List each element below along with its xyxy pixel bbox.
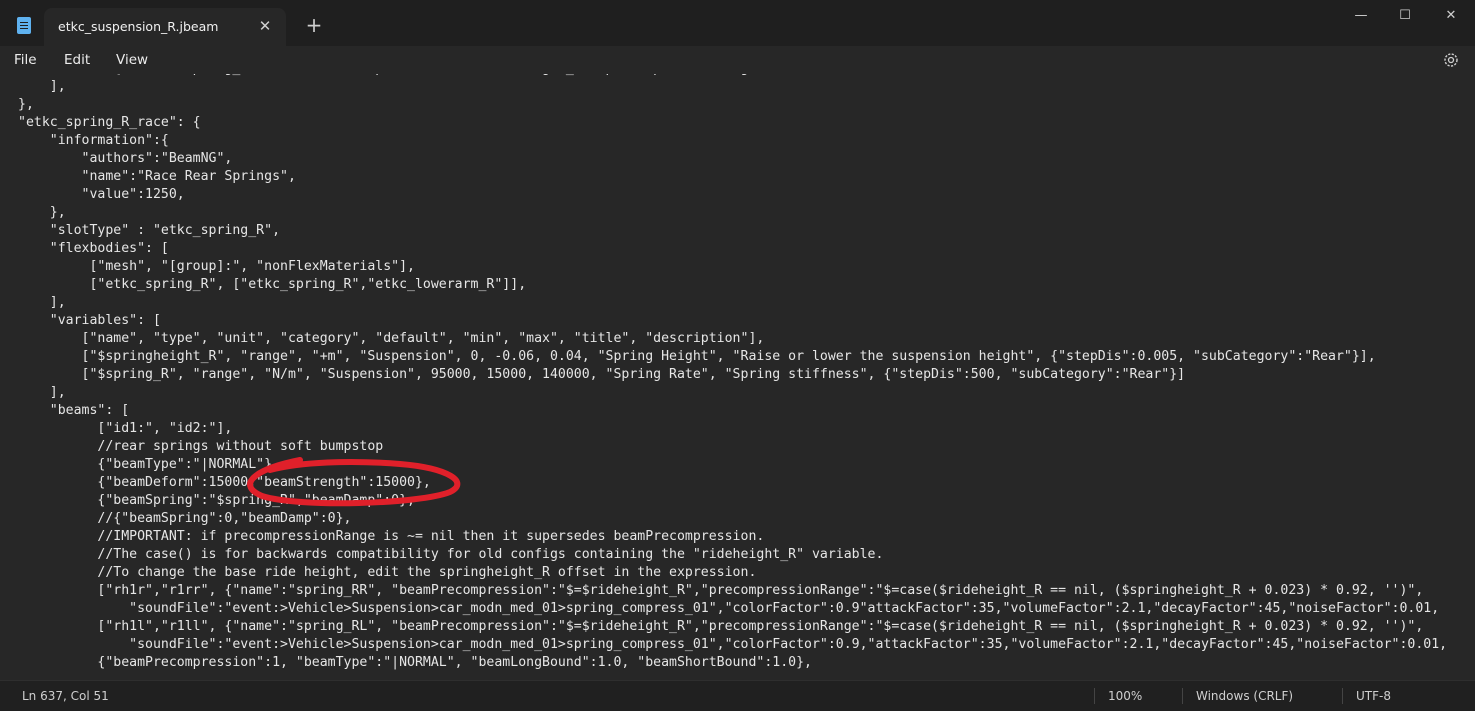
divider: [1182, 688, 1183, 704]
tab-title: etkc_suspension_R.jbeam: [58, 19, 219, 34]
code-line: ["rh1r","r1rr", {"name":"spring_RR", "be…: [18, 583, 1424, 598]
close-window-button[interactable]: ✕: [1428, 2, 1474, 30]
status-bar: Ln 637, Col 51 100% Windows (CRLF) UTF-8: [0, 680, 1475, 711]
tab-close-icon[interactable]: ✕: [254, 15, 276, 37]
minimize-button[interactable]: —: [1338, 2, 1384, 30]
code-line: ["mesh", "[group]:", "nonFlexMaterials"]…: [18, 259, 415, 274]
code-line: //IMPORTANT: if precompressionRange is ~…: [18, 529, 765, 544]
code-line: "slotType" : "etkc_spring_R",: [18, 223, 281, 238]
code-content: {"name":"spring_RL", "beamPrecompression…: [18, 60, 1447, 672]
code-line: ["name", "type", "unit", "category", "de…: [18, 331, 765, 346]
menu-view[interactable]: View: [116, 52, 148, 68]
code-line: "beams": [: [18, 403, 130, 418]
menu-bar: File Edit View: [0, 46, 1475, 74]
divider: [1342, 688, 1343, 704]
zoom-level[interactable]: 100%: [1108, 689, 1142, 703]
code-line: "soundFile":"event:>Vehicle>Suspension>c…: [18, 637, 1448, 652]
cursor-position: Ln 637, Col 51: [22, 689, 109, 703]
code-line: },: [18, 97, 34, 112]
code-line: ["rh1l","r1ll", {"name":"spring_RL", "be…: [18, 619, 1424, 634]
code-line: {"beamType":"|NORMAL"},: [18, 457, 281, 472]
code-line: "information":{: [18, 133, 169, 148]
code-line: "soundFile":"event:>Vehicle>Suspension>c…: [18, 601, 1440, 616]
encoding[interactable]: UTF-8: [1356, 689, 1391, 703]
divider: [1094, 688, 1095, 704]
new-tab-plus-icon[interactable]: +: [304, 15, 324, 35]
code-line: ["etkc_spring_R", ["etkc_spring_R","etkc…: [18, 277, 527, 292]
notepad-app-icon: [17, 17, 31, 34]
maximize-button[interactable]: ☐: [1382, 2, 1428, 30]
code-line: {"beamDeform":15000,"beamStrength":15000…: [18, 475, 431, 490]
code-line: ],: [18, 385, 66, 400]
code-line: ],: [18, 295, 66, 310]
code-line: "value":1250,: [18, 187, 185, 202]
code-line: ["id1:", "id2:"],: [18, 421, 233, 436]
code-line: "etkc_spring_R_race": {: [18, 115, 201, 130]
code-line: "authors":"BeamNG",: [18, 151, 233, 166]
line-ending[interactable]: Windows (CRLF): [1196, 689, 1293, 703]
code-line: //{"beamSpring":0,"beamDamp":0},: [18, 511, 352, 526]
code-line: ],: [18, 79, 66, 94]
code-line: //The case() is for backwards compatibil…: [18, 547, 884, 562]
code-line: "name":"Race Rear Springs",: [18, 169, 296, 184]
code-line: {"beamPrecompression":1, "beamType":"|NO…: [18, 655, 812, 670]
code-line: {"beamSpring":"$spring_R","beamDamp":0},: [18, 493, 415, 508]
code-line: "variables": [: [18, 313, 161, 328]
title-bar: etkc_suspension_R.jbeam ✕ + — ☐ ✕: [0, 0, 1475, 46]
code-line: },: [18, 205, 66, 220]
text-editor[interactable]: {"name":"spring_RL", "beamPrecompression…: [0, 60, 1475, 680]
menu-file[interactable]: File: [14, 52, 37, 68]
code-line: //rear springs without soft bumpstop: [18, 439, 384, 454]
menu-edit[interactable]: Edit: [64, 52, 90, 68]
code-line: ["$springheight_R", "range", "+m", "Susp…: [18, 349, 1376, 364]
code-line: "flexbodies": [: [18, 241, 169, 256]
code-line: ["$spring_R", "range", "N/m", "Suspensio…: [18, 367, 1186, 382]
tab-active[interactable]: etkc_suspension_R.jbeam ✕: [44, 8, 286, 46]
gear-icon[interactable]: [1442, 51, 1460, 69]
code-line: //To change the base ride height, edit t…: [18, 565, 757, 580]
